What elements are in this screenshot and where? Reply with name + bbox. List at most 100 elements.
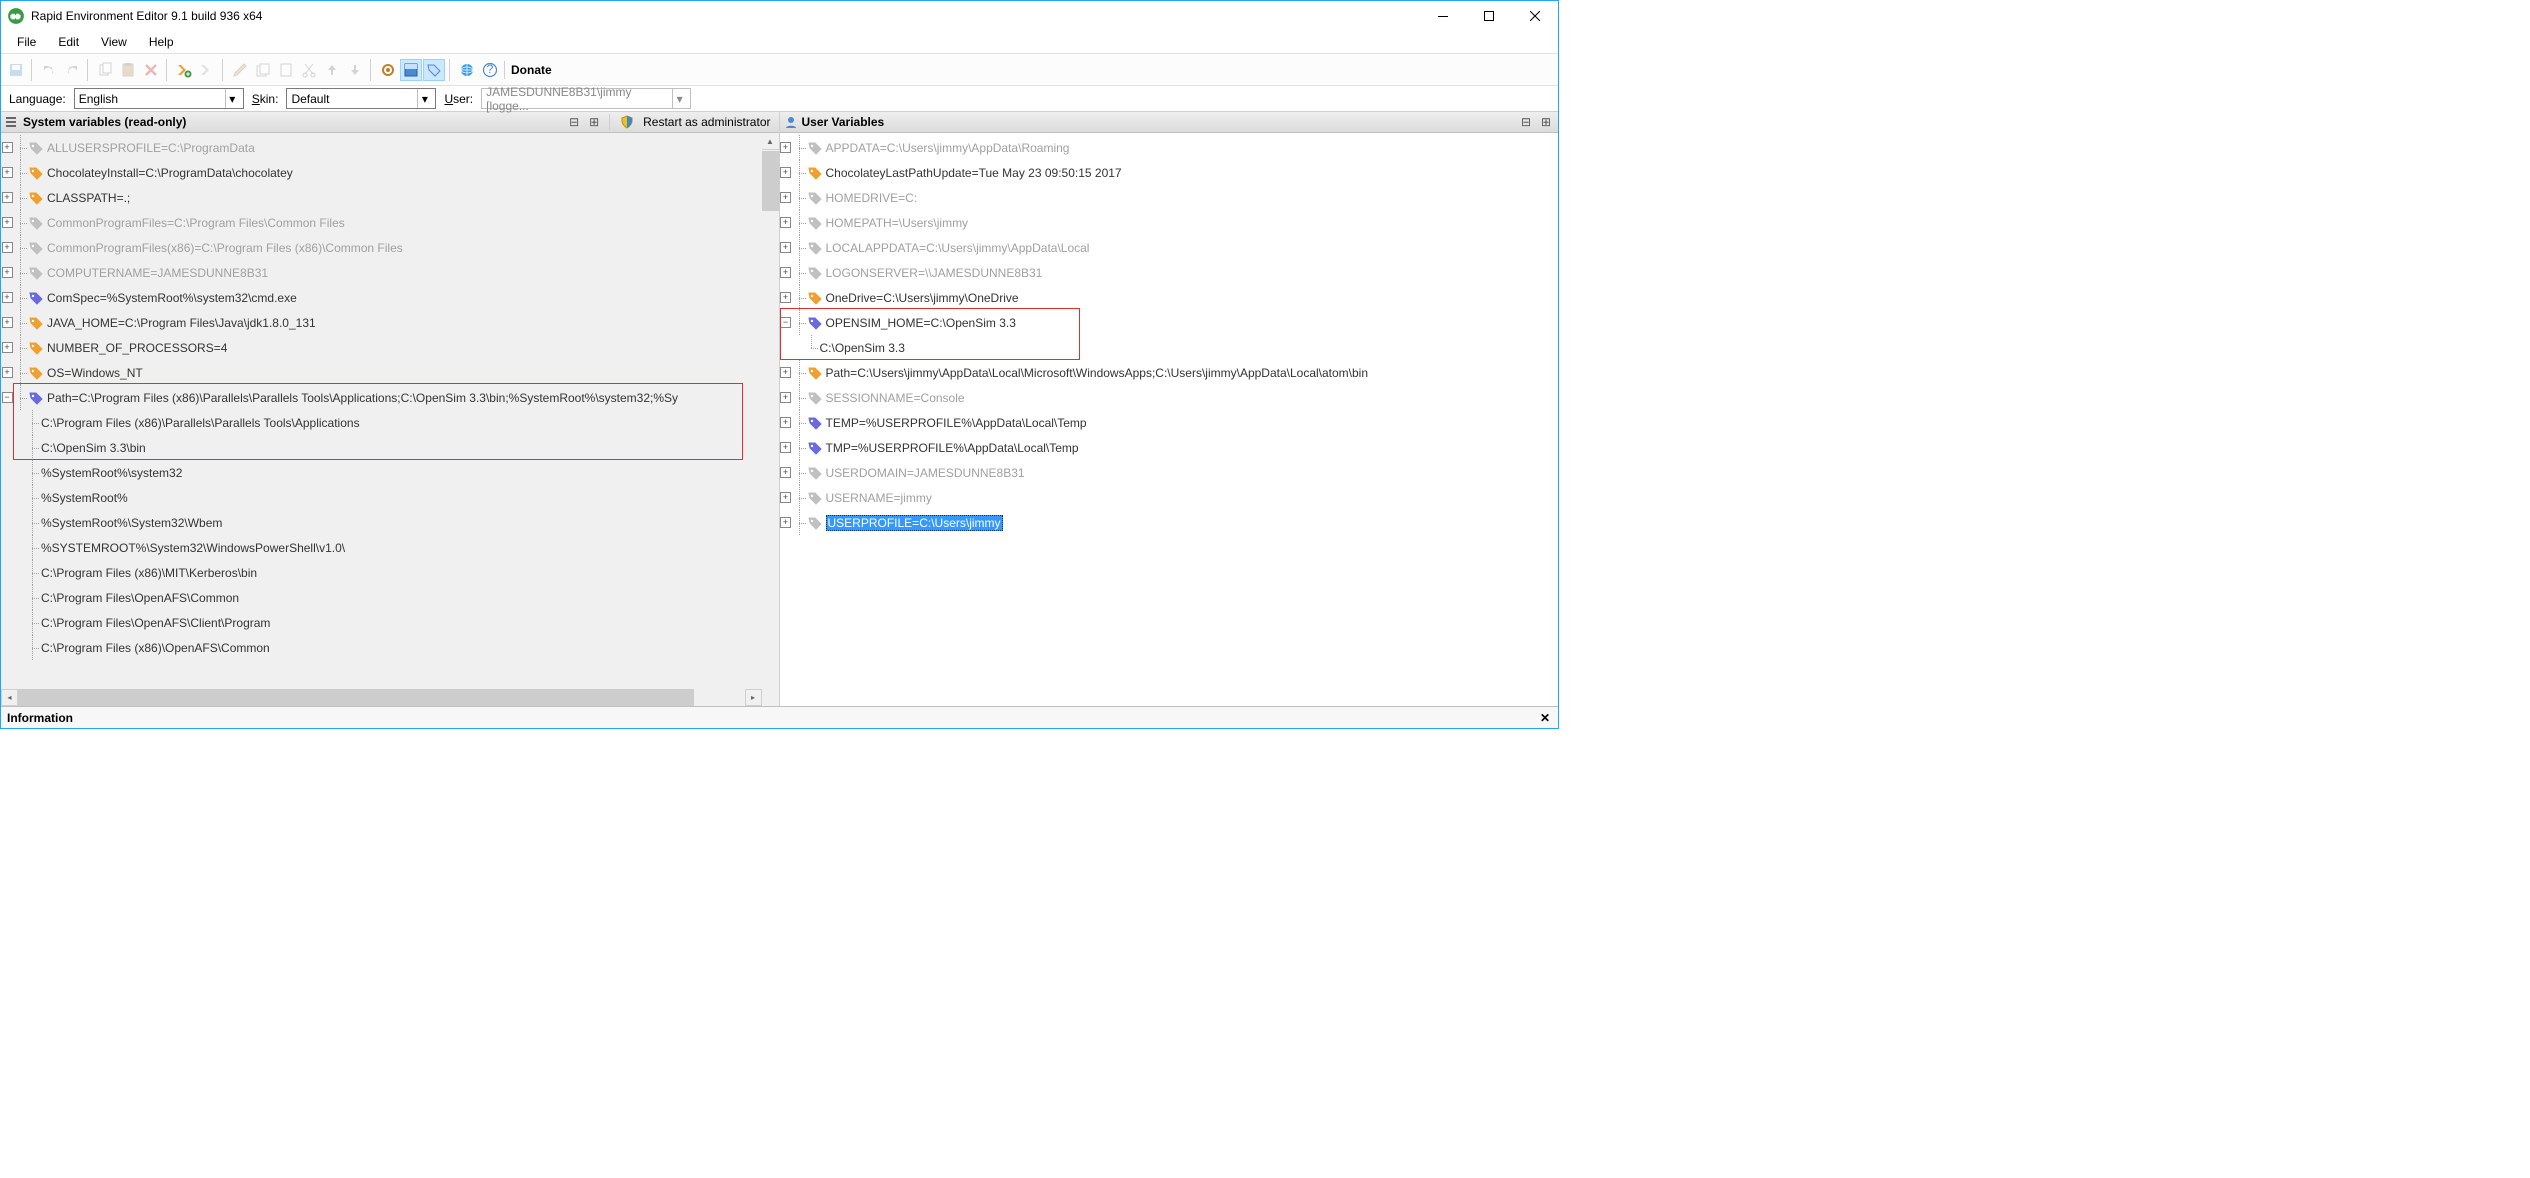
tree-expander[interactable]: − [2,392,13,403]
tree-expander[interactable]: + [2,317,13,328]
skin-dropdown[interactable]: Default ▾ [286,88,436,109]
web-icon[interactable] [456,59,478,81]
edit-icon[interactable] [229,59,251,81]
tree-expander[interactable]: + [780,142,791,153]
donate-button[interactable]: Donate [504,61,558,79]
tree-expander[interactable]: + [780,417,791,428]
delete-icon[interactable] [140,59,162,81]
settings-icon[interactable] [377,59,399,81]
tree-expander[interactable]: + [780,492,791,503]
expand-all-icon[interactable]: ⊞ [586,114,602,130]
tree-item[interactable]: C:\Program Files\OpenAFS\Common [1,585,762,610]
move-down-icon[interactable] [344,59,366,81]
scrollbar-horizontal[interactable]: ◂ ▸ [1,689,779,706]
tree-expander[interactable]: + [2,267,13,278]
tree-item[interactable]: +ComSpec=%SystemRoot%\system32\cmd.exe [1,285,762,310]
toggle-tag-icon[interactable] [423,59,445,81]
tree-expander[interactable]: + [2,342,13,353]
tree-item[interactable]: +TEMP=%USERPROFILE%\AppData\Local\Temp [780,410,1559,435]
tree-expander[interactable]: − [780,317,791,328]
tree-expander[interactable]: + [2,292,13,303]
paste-icon[interactable] [117,59,139,81]
tree-expander[interactable]: + [780,442,791,453]
tree-item[interactable]: +CommonProgramFiles=C:\Program Files\Com… [1,210,762,235]
menu-help[interactable]: Help [139,33,184,51]
tree-item[interactable]: +HOMEPATH=\Users\jimmy [780,210,1559,235]
tree-expander[interactable]: + [780,242,791,253]
move-up-icon[interactable] [321,59,343,81]
tree-item[interactable]: +OneDrive=C:\Users\jimmy\OneDrive [780,285,1559,310]
tree-item[interactable]: %SystemRoot% [1,485,762,510]
tree-item[interactable]: +LOGONSERVER=\\JAMESDUNNE8B31 [780,260,1559,285]
tree-expander[interactable]: + [780,392,791,403]
tree-item[interactable]: +USERDOMAIN=JAMESDUNNE8B31 [780,460,1559,485]
menu-edit[interactable]: Edit [48,33,89,51]
tree-item[interactable]: C:\Program Files (x86)\Parallels\Paralle… [1,410,762,435]
tree-expander[interactable]: + [780,367,791,378]
copy2-icon[interactable] [252,59,274,81]
tree-item[interactable]: C:\Program Files (x86)\OpenAFS\Common [1,635,762,660]
tree-item[interactable]: −Path=C:\Program Files (x86)\Parallels\P… [1,385,762,410]
tree-expander[interactable]: + [2,367,13,378]
scrollbar-vertical[interactable]: ▲ [762,133,779,689]
tree-expander[interactable]: + [780,292,791,303]
tree-item[interactable]: C:\OpenSim 3.3\bin [1,435,762,460]
tree-expander[interactable]: + [780,192,791,203]
tree-item[interactable]: +SESSIONNAME=Console [780,385,1559,410]
tree-item[interactable]: +ALLUSERSPROFILE=C:\ProgramData [1,135,762,160]
close-icon[interactable]: ✕ [1538,711,1552,725]
tree-item[interactable]: +LOCALAPPDATA=C:\Users\jimmy\AppData\Loc… [780,235,1559,260]
tree-item[interactable]: +USERPROFILE=C:\Users\jimmy [780,510,1559,535]
copy-icon[interactable] [94,59,116,81]
tree-expander[interactable]: + [2,242,13,253]
redo-icon[interactable] [61,59,83,81]
tree-expander[interactable]: + [780,517,791,528]
tree-item[interactable]: +ChocolateyInstall=C:\ProgramData\chocol… [1,160,762,185]
tree-item[interactable]: +APPDATA=C:\Users\jimmy\AppData\Roaming [780,135,1559,160]
close-button[interactable] [1512,1,1558,31]
expand-all-icon[interactable]: ⊞ [1538,114,1554,130]
tree-item[interactable]: +CommonProgramFiles(x86)=C:\Program File… [1,235,762,260]
collapse-all-icon[interactable]: ⊟ [1518,114,1534,130]
toggle-panel-icon[interactable] [400,59,422,81]
help-icon[interactable]: ? [479,59,501,81]
user-dropdown[interactable]: JAMESDUNNE8B31\jimmy [logge... ▾ [481,88,691,109]
tree-expander[interactable]: + [2,217,13,228]
tree-item[interactable]: C:\Program Files\OpenAFS\Client\Program [1,610,762,635]
language-dropdown[interactable]: English ▾ [74,88,244,109]
menu-view[interactable]: View [91,33,137,51]
tree-item[interactable]: +OS=Windows_NT [1,360,762,385]
tree-expander[interactable]: + [2,192,13,203]
tree-expander[interactable]: + [2,167,13,178]
tree-expander[interactable]: + [780,217,791,228]
tree-expander[interactable]: + [780,267,791,278]
tree-item[interactable]: +USERNAME=jimmy [780,485,1559,510]
maximize-button[interactable] [1466,1,1512,31]
tree-item[interactable]: %SystemRoot%\System32\Wbem [1,510,762,535]
clipboard-icon[interactable] [275,59,297,81]
tree-item[interactable]: +HOMEDRIVE=C: [780,185,1559,210]
tree-expander[interactable]: + [780,167,791,178]
tree-item[interactable]: +TMP=%USERPROFILE%\AppData\Local\Temp [780,435,1559,460]
tree-expander[interactable]: + [2,142,13,153]
find-icon[interactable] [196,59,218,81]
tree-item[interactable]: +COMPUTERNAME=JAMESDUNNE8B31 [1,260,762,285]
tree-item[interactable]: %SYSTEMROOT%\System32\WindowsPowerShell\… [1,535,762,560]
tree-item[interactable]: %SystemRoot%\system32 [1,460,762,485]
tree-item[interactable]: +Path=C:\Users\jimmy\AppData\Local\Micro… [780,360,1559,385]
tree-item[interactable]: +ChocolateyLastPathUpdate=Tue May 23 09:… [780,160,1559,185]
tree-item[interactable]: C:\OpenSim 3.3 [780,335,1559,360]
menu-file[interactable]: File [7,33,46,51]
save-icon[interactable] [5,59,27,81]
tree-item[interactable]: −OPENSIM_HOME=C:\OpenSim 3.3 [780,310,1559,335]
system-vars-tree[interactable]: +ALLUSERSPROFILE=C:\ProgramData+Chocolat… [1,133,762,689]
collapse-all-icon[interactable]: ⊟ [566,114,582,130]
tree-expander[interactable]: + [780,467,791,478]
tree-item[interactable]: +JAVA_HOME=C:\Program Files\Java\jdk1.8.… [1,310,762,335]
cut-icon[interactable] [298,59,320,81]
tree-item[interactable]: +NUMBER_OF_PROCESSORS=4 [1,335,762,360]
tree-item[interactable]: +CLASSPATH=.; [1,185,762,210]
restart-as-admin-button[interactable]: Restart as administrator [639,115,774,129]
add-var-icon[interactable] [173,59,195,81]
minimize-button[interactable] [1420,1,1466,31]
